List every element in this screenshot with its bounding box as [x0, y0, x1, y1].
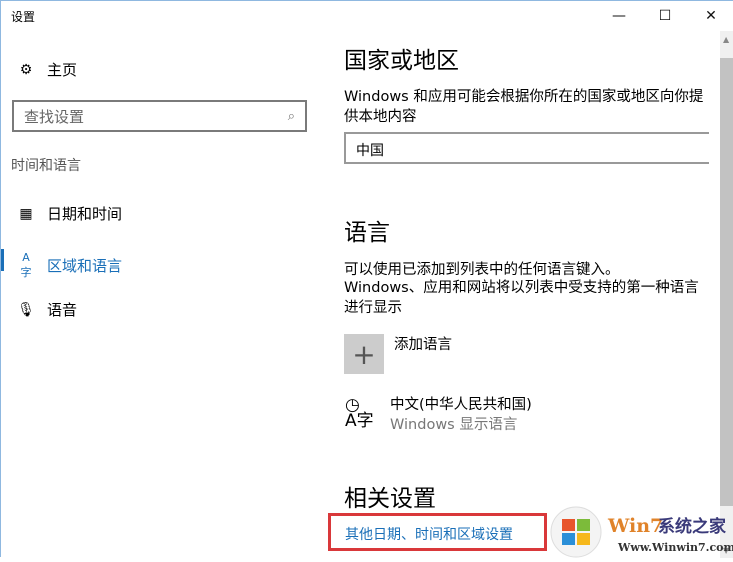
gear-icon: ⚙ — [19, 61, 33, 78]
language-description-2: Windows、应用和网站将以列表中受支持的第一种语言进行显示 — [344, 280, 699, 316]
sidebar-item-speech[interactable]: 🎙︎ 语音 — [17, 299, 77, 320]
language-icon: A字 — [20, 251, 32, 279]
region-description: Windows 和应用可能会根据你所在的国家或地区向你提供本地内容 — [344, 89, 704, 125]
svg-text:Www.Winwin7.com: Www.Winwin7.com — [617, 541, 733, 554]
language-description-1: 可以使用已添加到列表中的任何语言键入。 — [344, 262, 620, 278]
language-heading: 语言 — [344, 220, 390, 246]
sidebar-item-label: 区域和语言 — [47, 257, 123, 275]
language-name[interactable]: 中文(中华人民共和国) — [390, 395, 532, 415]
close-button[interactable]: ✕ — [688, 1, 733, 31]
other-date-time-region-link[interactable]: 其他日期、时间和区域设置 — [328, 513, 547, 551]
sidebar-item-date-time[interactable]: ▦ 日期和时间 — [17, 203, 122, 224]
sidebar-item-label: 语音 — [47, 301, 78, 319]
sidebar-item-home[interactable]: ⚙ 主页 — [17, 59, 77, 80]
minimize-icon: — — [612, 8, 626, 24]
region-heading: 国家或地区 — [344, 48, 459, 74]
link-text: 其他日期、时间和区域设置 — [345, 527, 513, 543]
active-indicator — [1, 249, 4, 271]
close-icon: ✕ — [705, 8, 717, 24]
svg-text:Win7: Win7 — [607, 515, 663, 537]
related-heading: 相关设置 — [344, 486, 436, 512]
search-input[interactable]: 查找设置 ⌕ — [12, 100, 307, 132]
country-select[interactable]: 中国 — [344, 132, 709, 164]
plus-icon: + — [352, 337, 376, 371]
sidebar-category: 时间和语言 — [11, 158, 81, 174]
sidebar-item-region-language[interactable]: A字 区域和语言 — [17, 251, 123, 280]
search-icon: ⌕ — [287, 108, 295, 124]
svg-text:系统之家: 系统之家 — [658, 516, 726, 537]
add-language-button[interactable]: + — [344, 334, 384, 374]
scroll-up-icon[interactable]: ▲ — [723, 35, 729, 44]
sidebar-item-label: 主页 — [47, 61, 78, 79]
microphone-icon: 🎙︎ — [17, 301, 35, 318]
maximize-button[interactable]: ☐ — [642, 1, 688, 31]
country-value: 中国 — [356, 143, 384, 159]
sidebar-item-label: 日期和时间 — [47, 205, 123, 223]
language-clock-icon: ◷ A字 — [345, 395, 374, 431]
calendar-clock-icon: ▦ — [19, 205, 33, 222]
window-title: 设置 — [11, 10, 36, 24]
scrollbar-thumb[interactable] — [720, 58, 733, 506]
maximize-icon: ☐ — [658, 8, 672, 24]
add-language-label[interactable]: 添加语言 — [394, 335, 452, 355]
search-placeholder: 查找设置 — [24, 107, 85, 126]
scrollbar[interactable]: ▲ ▼ — [720, 31, 733, 558]
language-subtitle: Windows 显示语言 — [390, 417, 518, 433]
watermark-logo: Win7 系统之家 Www.Winwin7.com — [538, 506, 733, 558]
minimize-button[interactable]: — — [596, 1, 642, 31]
settings-window: 设置 — ☐ ✕ ⚙ 主页 查找设置 ⌕ 时间和语言 ▦ 日期和时间 A字 区域… — [0, 0, 733, 558]
